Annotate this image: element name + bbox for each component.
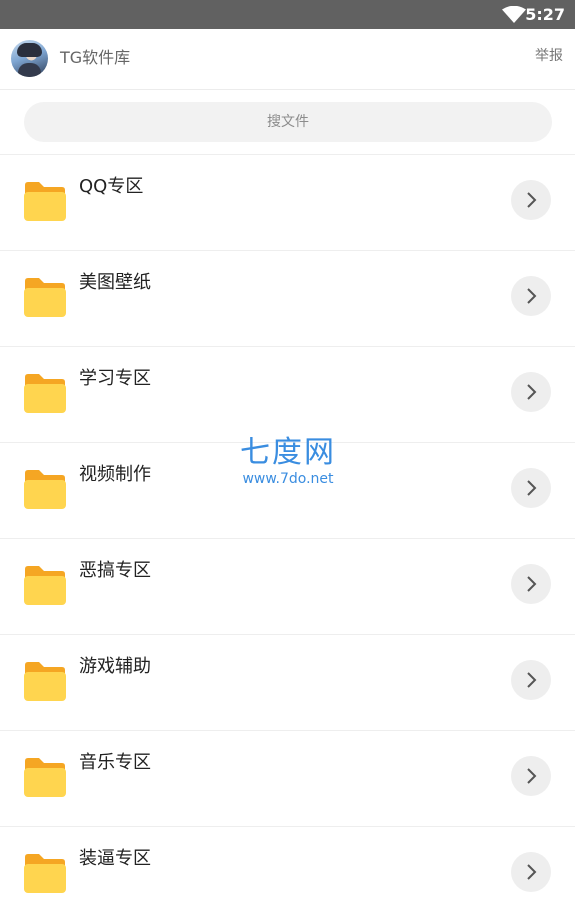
- folder-row-wallpaper[interactable]: 美图壁纸: [0, 251, 575, 347]
- search-placeholder: 搜文件: [267, 114, 309, 130]
- app-bar: TG软件库 举报: [0, 29, 575, 90]
- open-folder-button[interactable]: [511, 180, 551, 220]
- chevron-right-icon: [527, 384, 537, 400]
- folder-label: 音乐专区: [79, 752, 151, 773]
- chevron-right-icon: [527, 192, 537, 208]
- folder-icon: [24, 470, 66, 509]
- folder-row-study[interactable]: 学习专区: [0, 347, 575, 443]
- folder-list: QQ专区 美图壁纸 学习专区 视频制作 恶搞专区 游戏辅助 音乐专区 装逼专区: [0, 155, 575, 920]
- open-folder-button[interactable]: [511, 276, 551, 316]
- open-folder-button[interactable]: [511, 660, 551, 700]
- chevron-right-icon: [527, 576, 537, 592]
- chevron-right-icon: [527, 768, 537, 784]
- avatar-body: [18, 63, 41, 77]
- open-folder-button[interactable]: [511, 852, 551, 892]
- open-folder-button[interactable]: [511, 564, 551, 604]
- folder-icon: [24, 278, 66, 317]
- chevron-right-icon: [527, 480, 537, 496]
- status-bar: 5:27: [0, 0, 575, 29]
- chevron-right-icon: [527, 864, 537, 880]
- folder-row-music[interactable]: 音乐专区: [0, 731, 575, 827]
- folder-label: QQ专区: [79, 176, 144, 197]
- search-input[interactable]: 搜文件: [24, 102, 552, 142]
- folder-icon: [24, 758, 66, 797]
- folder-icon: [24, 854, 66, 893]
- status-time: 5:27: [525, 5, 565, 24]
- open-folder-button[interactable]: [511, 468, 551, 508]
- folder-row-prank[interactable]: 恶搞专区: [0, 539, 575, 635]
- folder-label: 美图壁纸: [79, 272, 151, 293]
- folder-label: 装逼专区: [79, 848, 151, 869]
- chevron-right-icon: [527, 288, 537, 304]
- folder-row-qq[interactable]: QQ专区: [0, 155, 575, 251]
- folder-icon: [24, 662, 66, 701]
- folder-row-game[interactable]: 游戏辅助: [0, 635, 575, 731]
- wifi-icon: [502, 6, 526, 23]
- avatar[interactable]: [11, 40, 48, 77]
- folder-row-showoff[interactable]: 装逼专区: [0, 827, 575, 920]
- folder-icon: [24, 566, 66, 605]
- avatar-hair: [17, 43, 42, 57]
- report-button[interactable]: 举报: [535, 46, 563, 66]
- app-title: TG软件库: [60, 48, 131, 67]
- folder-label: 学习专区: [79, 368, 151, 389]
- folder-icon: [24, 182, 66, 221]
- folder-label: 视频制作: [79, 464, 151, 485]
- folder-label: 游戏辅助: [79, 656, 151, 677]
- folder-row-video[interactable]: 视频制作: [0, 443, 575, 539]
- open-folder-button[interactable]: [511, 372, 551, 412]
- chevron-right-icon: [527, 672, 537, 688]
- folder-label: 恶搞专区: [79, 560, 151, 581]
- open-folder-button[interactable]: [511, 756, 551, 796]
- folder-icon: [24, 374, 66, 413]
